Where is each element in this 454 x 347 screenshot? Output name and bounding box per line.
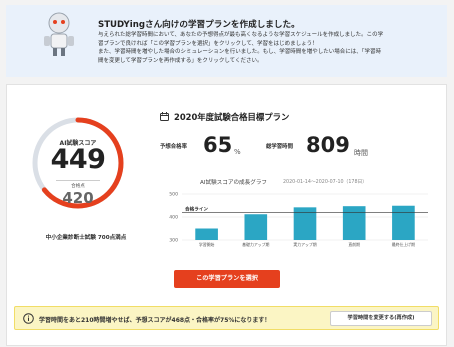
plan-title: 2020年度試験合格目標プラン bbox=[174, 112, 290, 122]
x-tick-label: 学習開始 bbox=[199, 242, 215, 247]
score-divider bbox=[56, 180, 100, 181]
simulation-notice: 学習時間をあと210時間増やせば、予想スコアが468点・合格率が75%になります… bbox=[14, 306, 439, 330]
x-tick-label: 基礎力アップ期 bbox=[242, 242, 269, 247]
total-hours-unit: 時間 bbox=[354, 149, 368, 157]
score-value: 449 bbox=[50, 144, 106, 175]
pass-rate-unit: % bbox=[234, 148, 241, 156]
x-tick-label: 直前期 bbox=[348, 242, 360, 247]
pass-rate-label: 予想合格率 bbox=[160, 144, 187, 150]
calendar-icon bbox=[160, 112, 169, 121]
banner-line: 与えられた総学習時間において、あなたの予想得点が最も高くなるような学習スケジュー… bbox=[98, 32, 384, 38]
pass-rate-value: 65 bbox=[203, 133, 233, 157]
robot-mascot-icon bbox=[44, 12, 74, 56]
total-hours-value: 809 bbox=[306, 133, 350, 157]
x-tick-label: 実力アップ期 bbox=[293, 242, 316, 247]
graph-title: AI試験スコアの成長グラフ bbox=[200, 180, 268, 186]
exam-name: 中小企業診断士試験 700点満点 bbox=[45, 235, 127, 241]
total-hours-label: 総学習時間 bbox=[266, 144, 293, 150]
intro-banner: STUDYingさん向けの学習プランを作成しました。 与えられた総学習時間におい… bbox=[6, 5, 447, 77]
banner-line: 間を変更して学習プランを再作成する」をクリックしてください。 bbox=[98, 57, 263, 64]
banner-title: STUDYingさん向けの学習プランを作成しました。 bbox=[98, 20, 300, 30]
banner-description: 与えられた総学習時間において、あなたの予想得点が最も高くなるような学習スケジュー… bbox=[98, 31, 443, 65]
score-growth-chart: 500 400 300 学習開始 基礎力アップ期 実力アップ期 直前期 最終仕上げ期 合格ライン bbox=[169, 192, 428, 247]
banner-line: また、学習時間を増やした場合のシミュレーションを行いました。もし、学習時間を増や… bbox=[98, 49, 382, 56]
change-study-time-button[interactable]: 学習時間を変更する(再作成) bbox=[330, 311, 432, 326]
chart-bar bbox=[195, 228, 218, 240]
y-tick-label: 300 bbox=[169, 238, 178, 244]
banner-line: 習プランで良ければ「この学習プランを選択」をクリックして、学習をはじめましょう！ bbox=[98, 40, 318, 47]
y-tick-label: 500 bbox=[169, 192, 178, 198]
graph-date-range: 2020-01-14〜2020-07-10（178日） bbox=[283, 180, 368, 185]
pass-line-label: 合格ライン bbox=[185, 205, 208, 212]
chart-bar bbox=[342, 206, 366, 240]
notice-text: 学習時間をあと210時間増やせば、予想スコアが468点・合格率が75%になります… bbox=[39, 317, 271, 324]
y-tick-label: 400 bbox=[169, 215, 178, 221]
pass-score-value: 420 bbox=[62, 189, 94, 207]
chart-bar bbox=[392, 205, 415, 240]
select-plan-button[interactable]: この学習プランを選択 bbox=[174, 270, 280, 288]
info-icon bbox=[23, 313, 34, 324]
chart-bar bbox=[244, 214, 268, 240]
x-tick-label: 最終仕上げ期 bbox=[392, 242, 415, 247]
